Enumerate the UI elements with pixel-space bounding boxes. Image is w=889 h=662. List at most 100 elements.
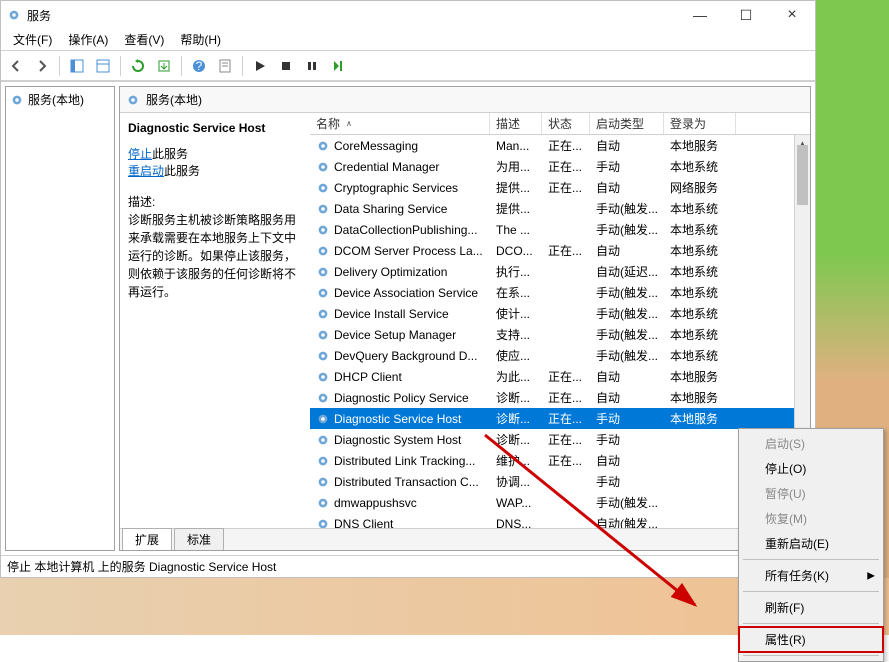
column-logon[interactable]: 登录为 xyxy=(664,113,736,134)
context-menu-item[interactable]: 停止(O) xyxy=(739,456,883,481)
table-row[interactable]: Data Sharing Service提供...手动(触发...本地系统 xyxy=(310,198,810,219)
service-logon xyxy=(664,480,736,484)
service-state xyxy=(542,228,590,232)
detail-button[interactable] xyxy=(92,55,114,77)
table-row[interactable]: Cryptographic Services提供...正在...自动网络服务 xyxy=(310,177,810,198)
table-row[interactable]: Device Association Service在系...手动(触发...本… xyxy=(310,282,810,303)
table-row[interactable]: Device Setup Manager支持...手动(触发...本地系统 xyxy=(310,324,810,345)
scrollbar-thumb[interactable] xyxy=(797,145,808,205)
submenu-indicator-icon: ▶ xyxy=(867,570,875,581)
service-name: Device Association Service xyxy=(334,286,478,300)
properties-button[interactable] xyxy=(214,55,236,77)
service-start: 手动(触发... xyxy=(590,219,664,240)
service-logon: 本地系统 xyxy=(664,261,736,282)
sort-indicator-icon: ∧ xyxy=(346,119,352,128)
show-hide-tree-button[interactable] xyxy=(66,55,88,77)
menu-view[interactable]: 查看(V) xyxy=(116,29,172,50)
titlebar: 服务 — ☐ × xyxy=(1,1,815,29)
restart-service-button[interactable] xyxy=(327,55,349,77)
service-name: DNS Client xyxy=(334,517,393,529)
table-row[interactable]: dmwappushsvcWAP...手动(触发... xyxy=(310,492,810,513)
context-menu-item[interactable]: 所有任务(K)▶ xyxy=(739,563,883,588)
service-icon xyxy=(316,370,330,384)
service-icon xyxy=(316,412,330,426)
service-logon: 本地系统 xyxy=(664,156,736,177)
service-state xyxy=(542,270,590,274)
context-menu-item[interactable]: 刷新(F) xyxy=(739,595,883,620)
table-row[interactable]: Diagnostic Service Host诊断...正在...手动本地服务 xyxy=(310,408,810,429)
service-name: dmwappushsvc xyxy=(334,496,417,510)
menu-file[interactable]: 文件(F) xyxy=(5,29,60,50)
table-row[interactable]: Diagnostic System Host诊断...正在...手动 xyxy=(310,429,810,450)
tab-standard[interactable]: 标准 xyxy=(174,528,224,550)
description-label: 描述: xyxy=(128,193,302,211)
service-icon xyxy=(316,223,330,237)
view-tabs: 扩展 标准 xyxy=(120,528,810,550)
service-icon xyxy=(316,475,330,489)
table-row[interactable]: CoreMessagingMan...正在...自动本地服务 xyxy=(310,135,810,156)
stop-service-button[interactable] xyxy=(275,55,297,77)
column-name[interactable]: 名称∧ xyxy=(310,113,490,134)
start-service-button[interactable] xyxy=(249,55,271,77)
restart-service-link[interactable]: 重启动 xyxy=(128,164,164,178)
table-row[interactable]: Distributed Transaction C...协调...手动 xyxy=(310,471,810,492)
service-info-pane: Diagnostic Service Host 停止此服务 重启动此服务 描述:… xyxy=(120,113,310,528)
service-desc: The ... xyxy=(490,221,542,239)
column-description[interactable]: 描述 xyxy=(490,113,542,134)
export-button[interactable] xyxy=(153,55,175,77)
context-menu-item: 暂停(U) xyxy=(739,481,883,506)
status-bar: 停止 本地计算机 上的服务 Diagnostic Service Host xyxy=(1,555,815,577)
menu-help[interactable]: 帮助(H) xyxy=(172,29,229,50)
service-state xyxy=(542,522,590,526)
menu-action[interactable]: 操作(A) xyxy=(60,29,116,50)
services-list: 名称∧ 描述 状态 启动类型 登录为 CoreMessagingMan...正在… xyxy=(310,113,810,528)
context-menu-item[interactable]: 重新启动(E) xyxy=(739,531,883,556)
separator xyxy=(181,56,182,76)
stop-service-link[interactable]: 停止 xyxy=(128,147,152,161)
table-row[interactable]: Credential Manager为用...正在...手动本地系统 xyxy=(310,156,810,177)
separator xyxy=(242,56,243,76)
service-icon xyxy=(316,496,330,510)
tree-root-item[interactable]: 服务(本地) xyxy=(8,89,112,110)
context-menu-item[interactable]: 属性(R) xyxy=(739,627,883,652)
service-start: 自动(触发... xyxy=(590,513,664,528)
service-state: 正在... xyxy=(542,240,590,261)
service-description: 描述: 诊断服务主机被诊断策略服务用来承载需要在本地服务上下文中运行的诊断。如果… xyxy=(128,193,302,301)
menu-separator xyxy=(743,559,879,560)
table-row[interactable]: DNS ClientDNS...自动(触发... xyxy=(310,513,810,528)
service-name: Diagnostic Service Host xyxy=(334,412,461,426)
maximize-button[interactable]: ☐ xyxy=(723,1,769,29)
table-row[interactable]: Device Install Service使计...手动(触发...本地系统 xyxy=(310,303,810,324)
column-state[interactable]: 状态 xyxy=(542,113,590,134)
column-startup[interactable]: 启动类型 xyxy=(590,113,664,134)
service-logon xyxy=(664,459,736,463)
service-desc: DCO... xyxy=(490,242,542,260)
close-button[interactable]: × xyxy=(769,1,815,29)
service-logon: 本地系统 xyxy=(664,345,736,366)
separator xyxy=(59,56,60,76)
table-row[interactable]: DCOM Server Process La...DCO...正在...自动本地… xyxy=(310,240,810,261)
table-row[interactable]: DevQuery Background D...使应...手动(触发...本地系… xyxy=(310,345,810,366)
service-start: 手动 xyxy=(590,471,664,492)
table-row[interactable]: Distributed Link Tracking...维护...正在...自动 xyxy=(310,450,810,471)
tab-extended[interactable]: 扩展 xyxy=(122,528,172,550)
service-start: 自动 xyxy=(590,450,664,471)
table-row[interactable]: Diagnostic Policy Service诊断...正在...自动本地服… xyxy=(310,387,810,408)
minimize-button[interactable]: — xyxy=(677,1,723,29)
table-row[interactable]: Delivery Optimization执行...自动(延迟...本地系统 xyxy=(310,261,810,282)
context-menu-item: 恢复(M) xyxy=(739,506,883,531)
description-text: 诊断服务主机被诊断策略服务用来承载需要在本地服务上下文中运行的诊断。如果停止该服… xyxy=(128,211,302,301)
help-button[interactable]: ? xyxy=(188,55,210,77)
pause-service-button[interactable] xyxy=(301,55,323,77)
services-window: 服务 — ☐ × 文件(F) 操作(A) 查看(V) 帮助(H) ? 服务(本地… xyxy=(0,0,816,578)
service-name: DataCollectionPublishing... xyxy=(334,223,477,237)
refresh-button[interactable] xyxy=(127,55,149,77)
service-logon xyxy=(664,438,736,442)
table-row[interactable]: DHCP Client为此...正在...自动本地服务 xyxy=(310,366,810,387)
table-row[interactable]: DataCollectionPublishing... The ... 手动(触发.… xyxy=(310,219,810,240)
service-state: 正在... xyxy=(542,387,590,408)
service-logon: 本地系统 xyxy=(664,240,736,261)
services-icon xyxy=(7,8,21,22)
forward-button[interactable] xyxy=(31,55,53,77)
back-button[interactable] xyxy=(5,55,27,77)
